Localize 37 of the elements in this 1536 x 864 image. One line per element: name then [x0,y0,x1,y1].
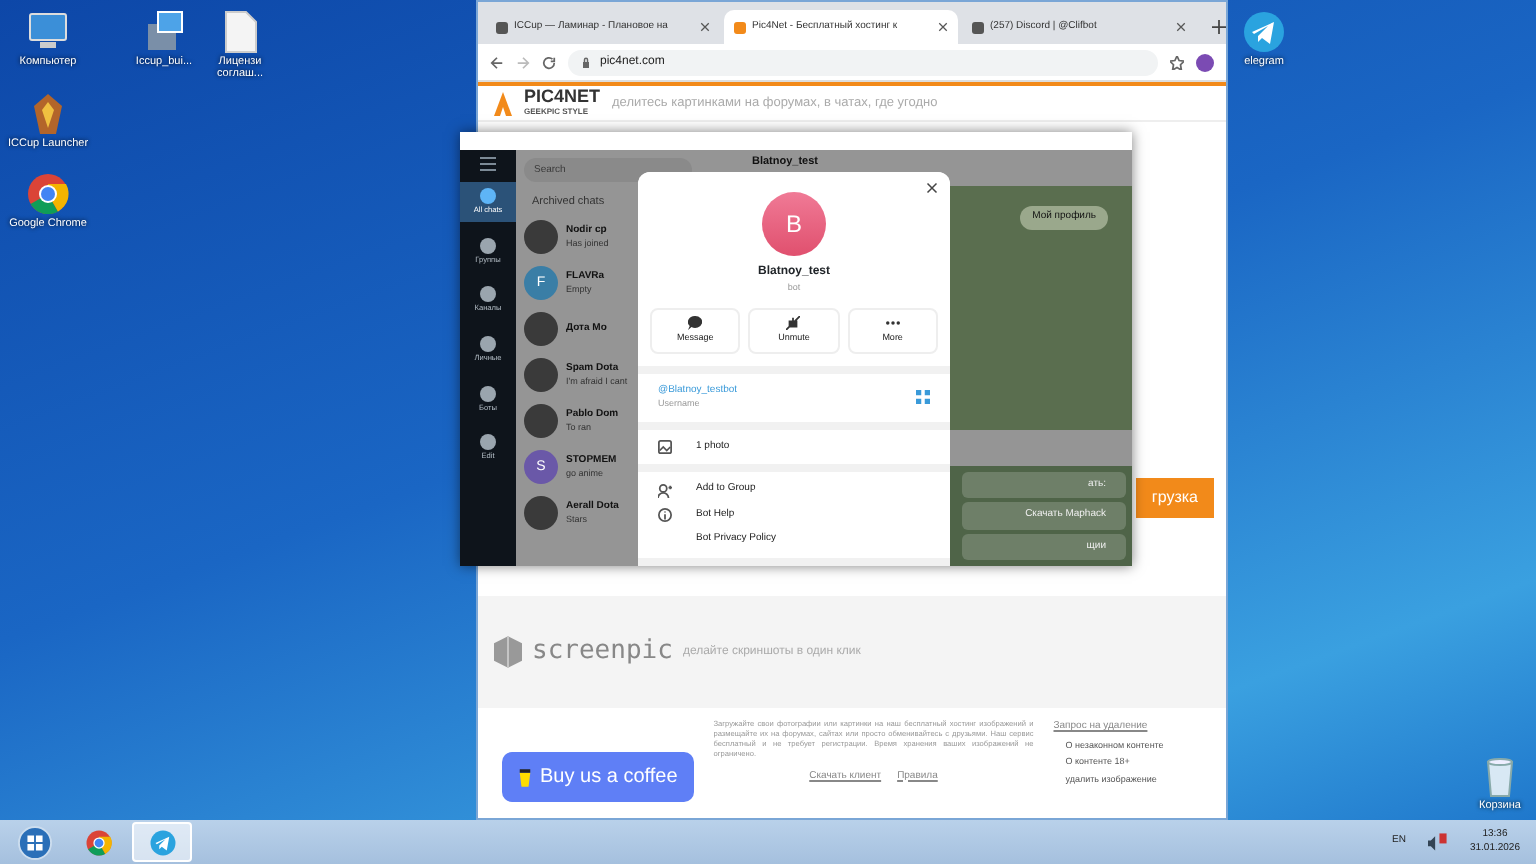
message-icon [688,315,703,330]
favicon-icon [734,21,746,33]
avatar-circle: B [762,192,826,256]
chrome-icon [83,827,113,857]
reload-icon[interactable] [542,55,556,69]
taskbar-app-button[interactable] [132,822,192,862]
close-icon[interactable] [926,182,938,195]
more-icon [885,315,900,330]
star-icon[interactable] [1170,55,1184,69]
logo-icon [494,91,512,115]
photo-placeholder [524,404,558,439]
favicon-icon [972,21,984,33]
image-icon [658,440,672,454]
photo-placeholder [524,358,558,393]
plus-icon[interactable] [1212,20,1226,34]
info-icon [658,508,672,522]
coffee-button[interactable]: Buy us a coffee [502,752,694,802]
close-icon[interactable] [1176,22,1186,32]
close-icon[interactable] [700,22,710,32]
photo-placeholder [524,312,558,347]
menu-icon[interactable] [480,156,496,172]
telegram-icon[interactable] [1240,8,1288,56]
lock-icon [580,56,592,68]
favicon-icon [496,21,508,33]
telegram-icon [147,827,177,857]
start-button-icon[interactable] [17,825,51,859]
back-icon[interactable] [490,55,504,69]
site-logo[interactable]: PIC4NET [524,88,601,106]
photo-placeholder [524,496,558,531]
chrome-icon[interactable] [24,170,72,218]
coffee-cup-icon [518,767,532,787]
qr-code-icon[interactable] [916,390,930,405]
photo-placeholder [524,220,558,255]
close-icon[interactable] [938,22,948,32]
add-person-icon [658,483,672,497]
screenpic-logo-icon [494,636,522,668]
profile-avatar-icon[interactable] [1196,53,1214,71]
